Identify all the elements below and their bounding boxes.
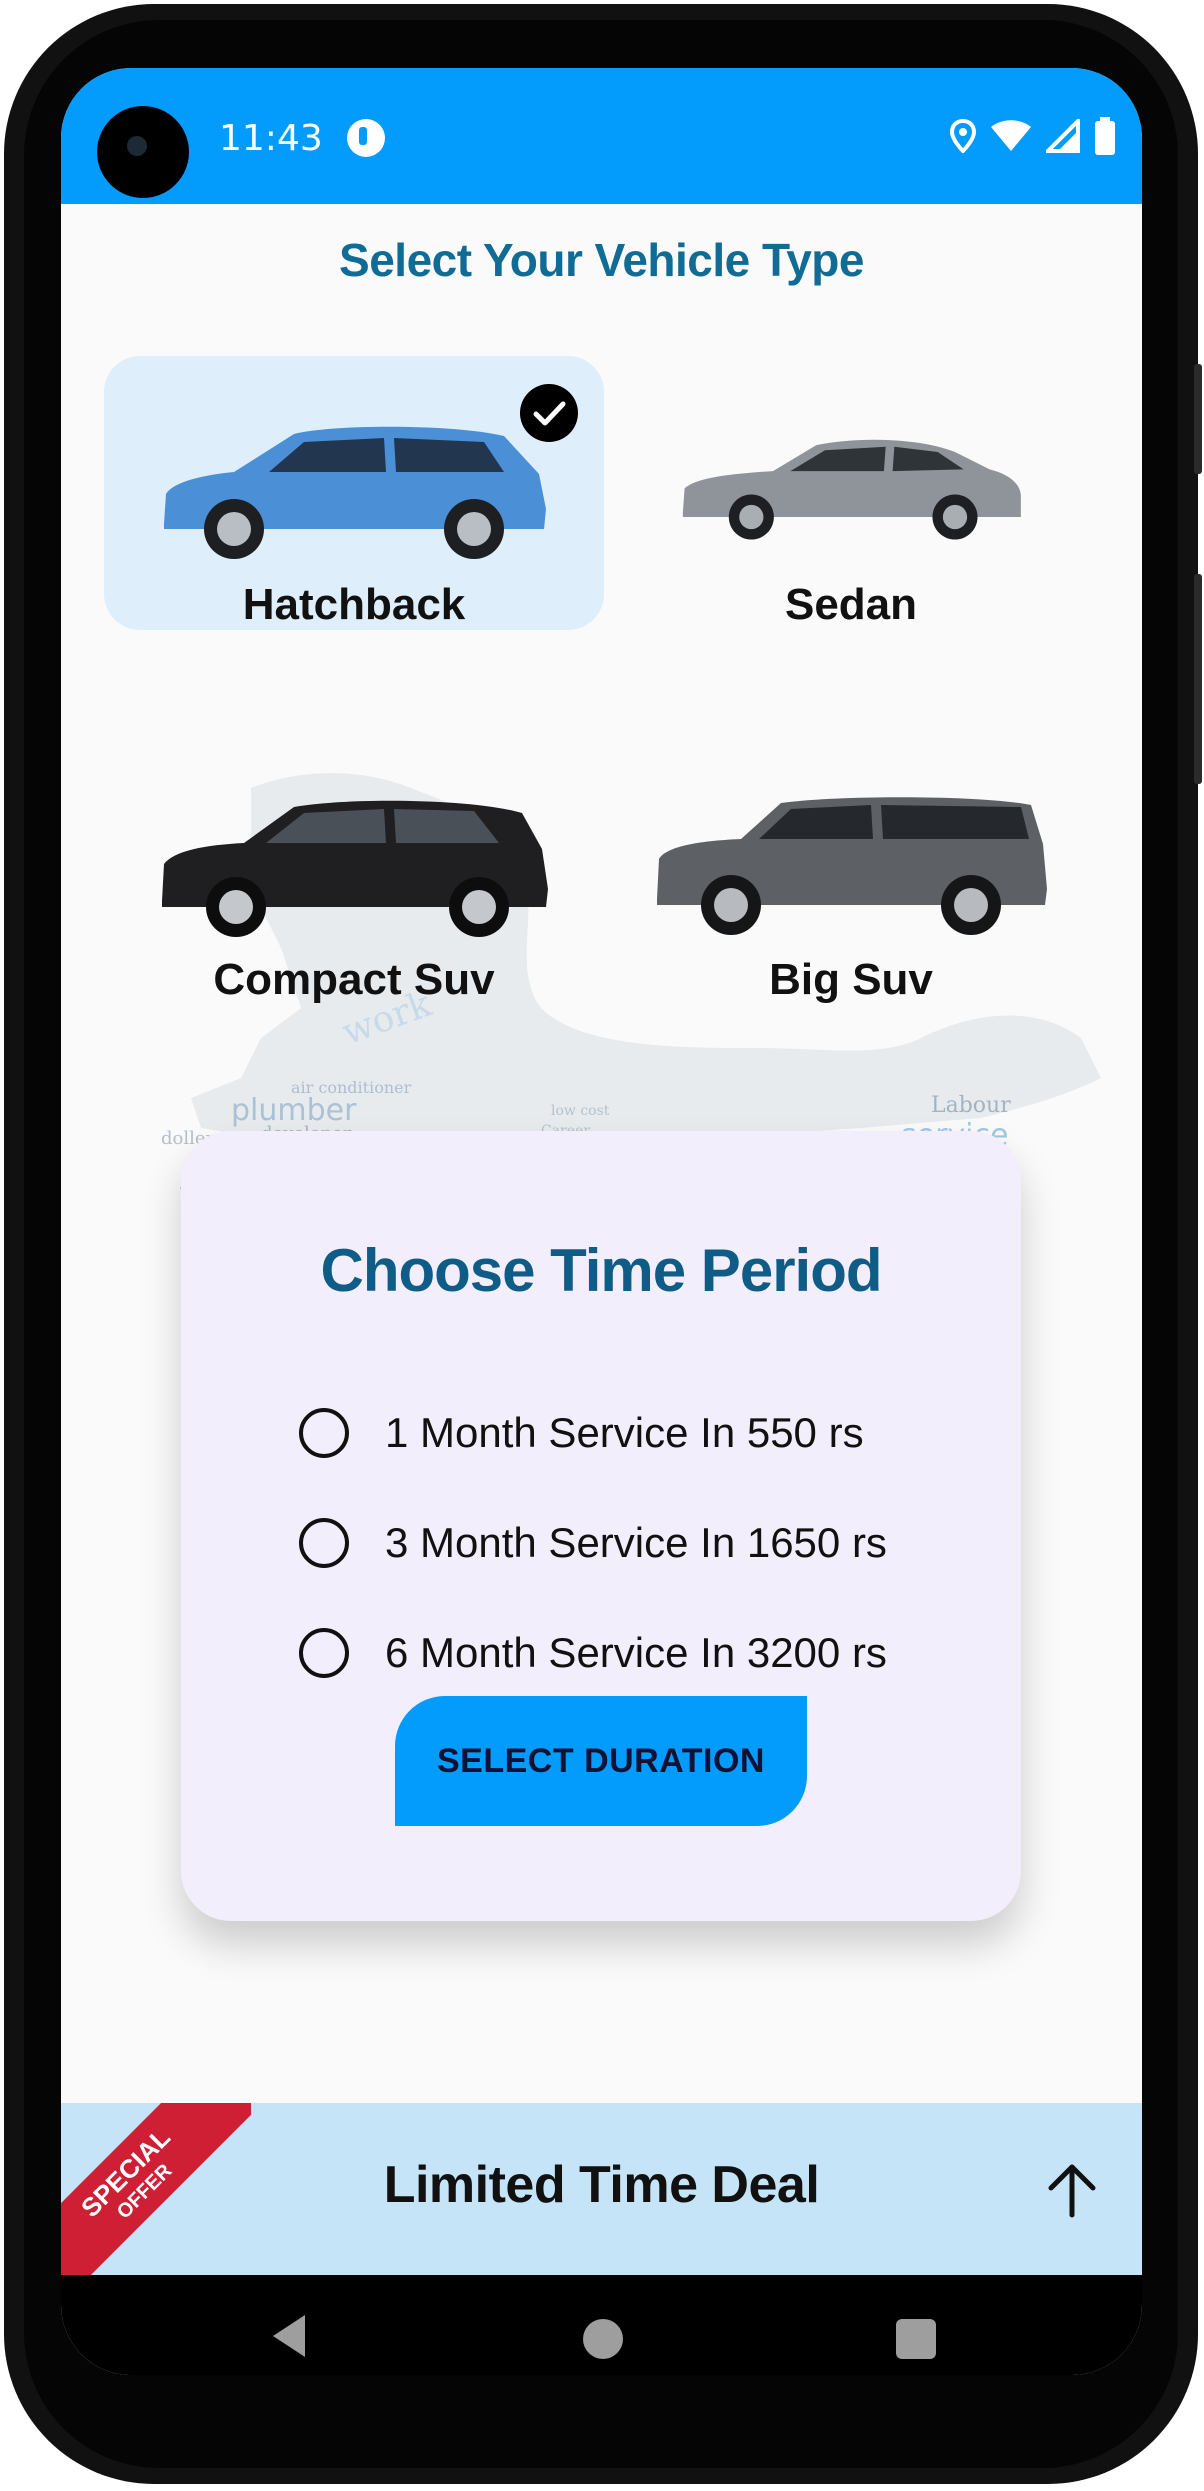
vehicle-card-big-suv[interactable]: Big Suv [601,731,1101,1005]
location-icon [950,119,976,153]
hatchback-car-image [164,426,546,559]
battery-icon [1095,117,1115,155]
watermark-word: low cost [551,1103,610,1119]
selected-check-icon [520,384,578,442]
vehicle-label: Big Suv [769,955,933,1004]
option-label: 1 Month Service In 550 rs [385,1409,864,1456]
vehicle-label: Sedan [784,580,918,629]
limited-deal-banner[interactable]: SPECIAL OFFER Limited Time Deal [61,2103,1142,2275]
arrow-up-icon[interactable] [1039,2157,1105,2223]
home-icon[interactable] [583,2319,623,2359]
big-suv-car-image [657,797,1047,935]
signal-icon [1046,119,1080,153]
power-button [1194,574,1202,784]
vehicle-label: Compact Suv [213,955,495,1004]
option-1-month[interactable]: 1 Month Service In 550 rs [299,1403,864,1463]
page-title: Select Your Vehicle Type [339,234,864,286]
radio-button[interactable] [299,1518,349,1568]
vehicle-card-compact-suv[interactable]: Compact Suv [104,731,604,1005]
option-3-month[interactable]: 3 Month Service In 1650 rs [299,1513,887,1573]
sedan-car-image [682,439,1021,540]
radio-button[interactable] [299,1628,349,1678]
back-icon[interactable] [271,2313,307,2359]
volume-button [1194,364,1202,474]
radio-button[interactable] [299,1408,349,1458]
vehicle-label: Hatchback [242,580,466,629]
option-label: 3 Month Service In 1650 rs [385,1519,887,1566]
app-notification-icon [347,119,385,157]
screen: 11:43 Select Your Vehicle Type p [61,68,1142,2375]
watermark-word: Labour [931,1093,1011,1118]
option-6-month[interactable]: 6 Month Service In 3200 rs [299,1623,887,1683]
option-label: 6 Month Service In 3200 rs [385,1629,887,1676]
status-time: 11:43 [219,118,323,159]
vehicle-card-sedan[interactable]: Sedan [601,356,1101,630]
deal-text: Limited Time Deal [383,2156,820,2214]
time-period-dialog: Choose Time Period 1 Month Service In 55… [181,1131,1021,1921]
navigation-bar [61,2275,1142,2375]
select-duration-button[interactable]: SELECT DURATION [395,1696,807,1826]
wifi-icon [991,120,1031,151]
status-bar: 11:43 [61,68,1142,204]
compact-suv-car-image [162,800,548,937]
vehicle-card-hatchback[interactable]: Hatchback [104,356,604,630]
recents-icon[interactable] [896,2319,936,2359]
dialog-title: Choose Time Period [320,1237,882,1304]
status-icons [950,114,1116,158]
front-camera [97,106,189,198]
